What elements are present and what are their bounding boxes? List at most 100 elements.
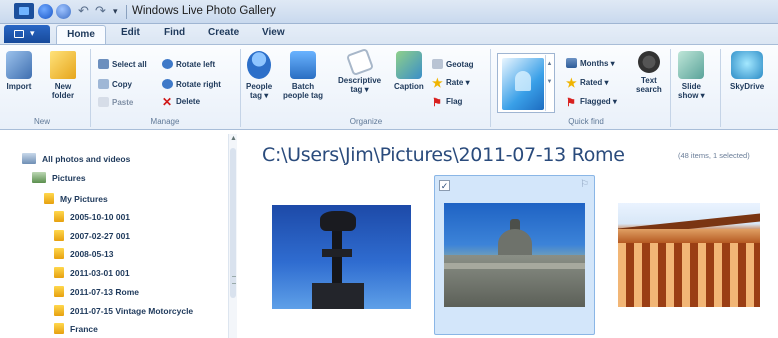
text-search-label-1: Text: [640, 76, 657, 85]
window-title: Windows Live Photo Gallery: [132, 5, 276, 17]
refresh-icon[interactable]: [56, 4, 71, 19]
batch-people-icon: [290, 51, 316, 79]
tab-create[interactable]: Create: [208, 27, 239, 38]
import-icon: [6, 51, 32, 79]
nav-folder[interactable]: 2008-05-13: [54, 248, 113, 259]
rotate-left-button[interactable]: Rotate left: [162, 59, 215, 69]
redo-icon[interactable]: ↷: [95, 3, 106, 19]
batch-label-2: people tag: [283, 91, 324, 100]
statue-shape: [320, 211, 356, 231]
photo-thumbnail[interactable]: [272, 205, 411, 309]
flagged-button[interactable]: ⚑ Flagged ▾: [566, 97, 617, 109]
descriptive-tag-button[interactable]: Descriptive tag ▾: [338, 47, 381, 94]
group-label-manage: Manage: [150, 117, 180, 126]
skydrive-button[interactable]: SkyDrive: [730, 51, 764, 91]
folder-icon: [54, 248, 64, 259]
pictures-icon: [32, 172, 46, 183]
nav-folder[interactable]: 2007-02-27 001: [54, 230, 130, 241]
slide-show-label-1: Slide: [681, 82, 701, 91]
scroll-grip-icon: [232, 276, 236, 284]
nav-folder-label: France: [70, 324, 98, 334]
nav-folder-label: 2007-02-27 001: [70, 231, 131, 241]
batch-people-tag-button[interactable]: Batch people tag: [283, 51, 323, 100]
delete-label: Delete: [176, 97, 201, 106]
checkbox-icon[interactable]: ✓: [439, 180, 450, 191]
paste-button[interactable]: Paste: [98, 97, 133, 107]
tab-view[interactable]: View: [262, 27, 285, 38]
nav-my-pictures[interactable]: My Pictures: [44, 193, 108, 204]
slide-show-button[interactable]: Slide show ▾: [678, 51, 705, 100]
scroll-up-icon[interactable]: ▲: [230, 135, 237, 142]
rotate-left-label: Rotate left: [176, 60, 216, 69]
folder-icon: [54, 211, 64, 222]
caption-button[interactable]: Caption: [394, 51, 424, 91]
delete-button[interactable]: ✕ Delete: [162, 95, 201, 109]
rate-button[interactable]: ★ Rate ▾: [432, 77, 470, 89]
flagged-label: Flagged ▾: [580, 97, 617, 106]
person-thumbnail[interactable]: [502, 58, 544, 110]
import-button[interactable]: Import: [6, 51, 32, 91]
rated-button[interactable]: ★ Rated ▾: [566, 77, 608, 89]
batch-label-1: Batch: [291, 82, 315, 91]
photo-thumbnail-selected[interactable]: [444, 203, 585, 307]
colonnade-shape: [618, 243, 760, 307]
text-search-button[interactable]: Text search: [636, 51, 662, 94]
tab-home[interactable]: Home: [56, 25, 106, 44]
flag-label: Flag: [446, 97, 463, 106]
rotate-right-button[interactable]: Rotate right: [162, 79, 221, 89]
scroll-up-icon[interactable]: ▲: [546, 55, 553, 73]
geotag-icon: [432, 59, 443, 69]
customize-dropdown-icon[interactable]: ▾: [113, 6, 118, 17]
group-label-organize: Organize: [349, 117, 383, 126]
nav-folder[interactable]: 2011-03-01 001: [54, 267, 130, 278]
gallery-scrollbar[interactable]: ▲ ▼: [545, 55, 553, 111]
nav-folder[interactable]: France: [54, 323, 98, 334]
ribbon: Import New folder New Select all Copy Pa…: [0, 44, 778, 130]
copy-icon: [98, 79, 109, 89]
copy-label: Copy: [112, 80, 132, 89]
scroll-down-icon[interactable]: ▼: [546, 73, 553, 91]
slide-show-icon: [678, 51, 705, 79]
photo-thumbnail[interactable]: [618, 203, 760, 307]
title-separator: [126, 5, 127, 19]
slide-show-label-2: show ▾: [678, 91, 705, 100]
flag-icon: ⚑: [432, 97, 442, 109]
people-tag-label-2: tag ▾: [249, 91, 269, 100]
nav-folder[interactable]: 2005-10-10 001: [54, 211, 130, 222]
entablature-shape: [618, 229, 760, 243]
geotag-label: Geotag: [446, 60, 474, 69]
months-button[interactable]: Months ▾: [566, 58, 615, 68]
quick-find-gallery[interactable]: ▲ ▼: [497, 53, 555, 113]
people-tag-button[interactable]: People tag ▾: [246, 51, 272, 100]
new-folder-label-1: New: [54, 82, 72, 91]
people-tag-label-1: People: [246, 82, 273, 91]
flag-outline-icon[interactable]: ⚐: [580, 179, 589, 190]
nav-all-photos[interactable]: All photos and videos: [22, 153, 130, 164]
folder-icon: [54, 230, 64, 241]
months-label: Months ▾: [580, 59, 615, 68]
tag-icon: [345, 47, 374, 77]
skydrive-icon: [731, 51, 764, 79]
rotate-left-icon: [162, 59, 173, 69]
pedestal-shape: [312, 283, 364, 309]
delete-icon: ✕: [162, 95, 173, 109]
undo-icon[interactable]: ↶: [78, 3, 89, 19]
select-all-button[interactable]: Select all: [98, 59, 147, 69]
app-menu-button[interactable]: ▾: [4, 25, 50, 43]
app-icon[interactable]: [14, 3, 34, 19]
tab-edit[interactable]: Edit: [121, 27, 140, 38]
tab-find[interactable]: Find: [164, 27, 185, 38]
scroll-thumb[interactable]: [230, 148, 236, 298]
nav-pictures-label: Pictures: [52, 173, 86, 183]
copy-button[interactable]: Copy: [98, 79, 132, 89]
navigation-scrollbar[interactable]: ▲: [228, 134, 237, 338]
geotag-button[interactable]: Geotag: [432, 59, 474, 69]
flag-button[interactable]: ⚑ Flag: [432, 97, 462, 109]
nav-folder[interactable]: 2011-07-15 Vintage Motorcycle: [54, 305, 193, 316]
folder-icon: [54, 267, 64, 278]
save-icon[interactable]: [38, 4, 53, 19]
select-all-label: Select all: [112, 60, 147, 69]
nav-folder-selected[interactable]: 2011-07-13 Rome: [54, 286, 139, 297]
nav-pictures[interactable]: Pictures: [32, 172, 86, 183]
new-folder-button[interactable]: New folder: [50, 51, 76, 100]
